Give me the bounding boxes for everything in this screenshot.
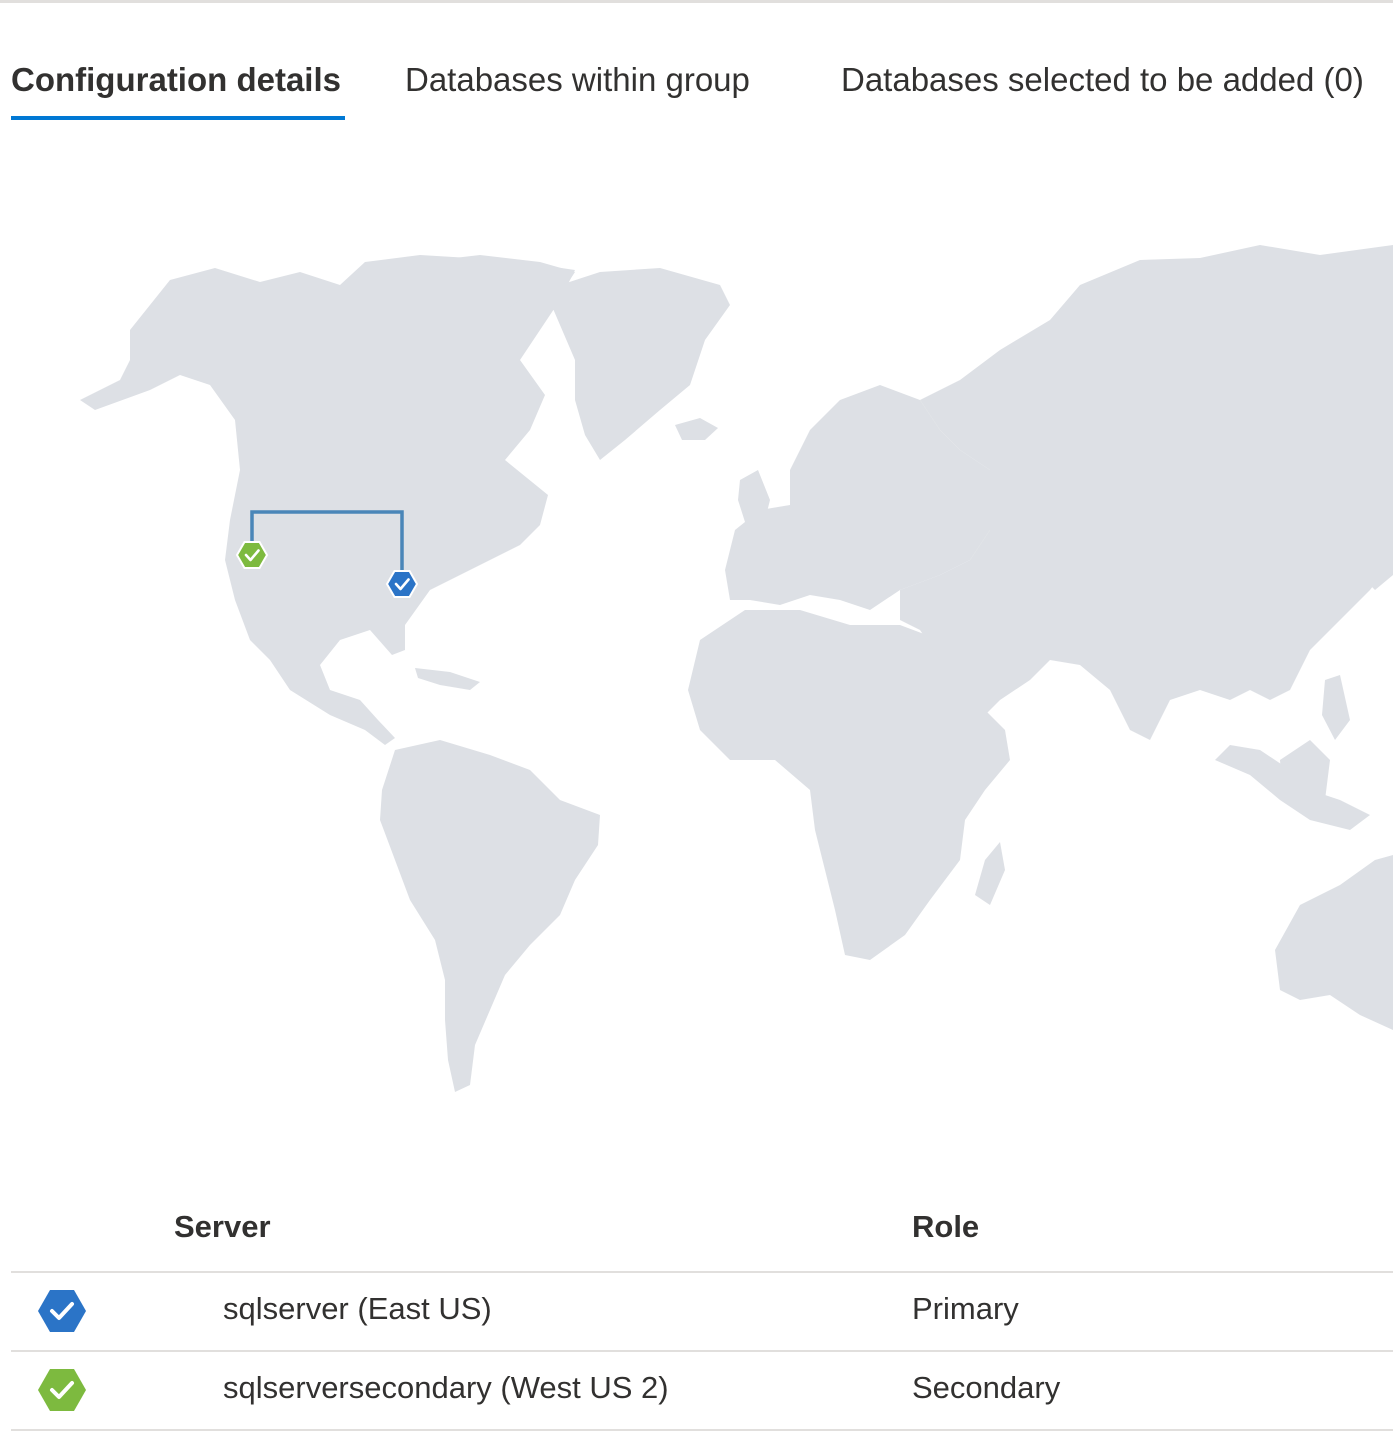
server-role: Primary — [912, 1291, 1019, 1326]
green-hexagon-check-icon — [38, 1369, 86, 1411]
secondary-server-marker[interactable] — [235, 541, 269, 569]
tab-databases-selected[interactable]: Databases selected to be added (0) — [841, 58, 1364, 102]
column-header-role[interactable]: Role — [912, 1209, 979, 1245]
blue-hexagon-check-icon — [38, 1290, 86, 1332]
iceland — [675, 418, 718, 440]
madagascar — [975, 842, 1005, 905]
server-name: sqlserver (East US) — [223, 1291, 492, 1326]
server-name: sqlserversecondary (West US 2) — [223, 1370, 669, 1405]
tab-bar: Configuration details Databases within g… — [0, 40, 1393, 130]
north-america — [80, 255, 575, 745]
server-table-header: Server Role — [11, 1195, 1393, 1273]
philippines — [1322, 675, 1350, 740]
caribbean-islands — [415, 668, 480, 690]
active-tab-indicator — [11, 116, 345, 120]
land-masses — [80, 245, 1393, 1092]
table-row[interactable]: sqlserver (East US) Primary — [11, 1273, 1393, 1352]
top-divider — [0, 0, 1393, 3]
tab-databases-within-group[interactable]: Databases within group — [405, 58, 750, 102]
tab-configuration-details[interactable]: Configuration details — [11, 58, 341, 102]
server-role: Secondary — [912, 1370, 1061, 1405]
column-header-server[interactable]: Server — [174, 1209, 271, 1245]
south-america — [380, 740, 600, 1092]
primary-server-marker[interactable] — [385, 570, 419, 598]
australia — [1275, 855, 1393, 1030]
great-britain — [738, 470, 770, 522]
table-row[interactable]: sqlserversecondary (West US 2) Secondary — [11, 1352, 1393, 1431]
world-map — [80, 245, 1393, 1092]
